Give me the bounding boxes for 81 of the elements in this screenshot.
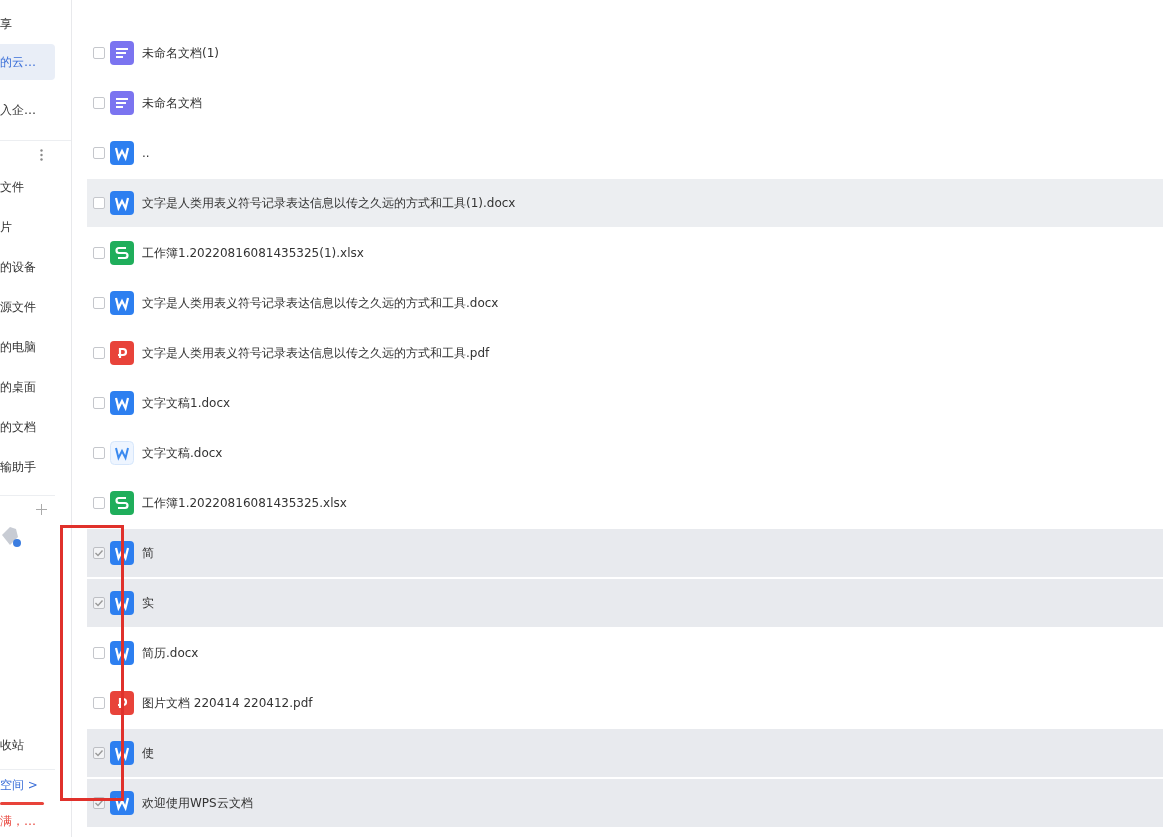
file-row[interactable]: 工作簿1.20220816081435325.xlsx xyxy=(87,479,1163,527)
checkbox[interactable] xyxy=(93,97,105,109)
sidebar-item[interactable]: 的云… xyxy=(0,44,55,80)
file-row[interactable]: 文字文稿1.docx xyxy=(87,379,1163,427)
checkbox[interactable] xyxy=(93,197,105,209)
checkbox[interactable] xyxy=(93,647,105,659)
file-row[interactable]: 文字是人类用表义符号记录表达信息以传之久远的方式和工具(1).docx xyxy=(87,179,1163,227)
word-file-icon xyxy=(110,641,134,665)
storage-bar xyxy=(0,802,44,805)
checkbox[interactable] xyxy=(93,47,105,59)
sidebar-item[interactable]: 源文件 xyxy=(0,287,55,327)
checkbox[interactable] xyxy=(93,447,105,459)
checkbox[interactable] xyxy=(93,297,105,309)
file-name: 工作簿1.20220816081435325.xlsx xyxy=(142,494,347,512)
document-icon xyxy=(110,91,134,115)
spreadsheet-icon xyxy=(110,241,134,265)
file-name: 图片文档 220414 220412.pdf xyxy=(142,694,313,712)
sidebar-item[interactable]: 片 xyxy=(0,207,55,247)
sidebar-item[interactable]: 文件 xyxy=(0,167,55,207)
cloud-space-link[interactable]: 空间 > xyxy=(0,776,38,794)
sidebar-item[interactable]: 的设备 xyxy=(0,247,55,287)
file-name: .. xyxy=(142,146,150,160)
word-file-icon xyxy=(110,391,134,415)
tag-icon xyxy=(0,525,22,547)
checkbox[interactable] xyxy=(93,397,105,409)
word-file-icon xyxy=(110,441,134,465)
checkbox[interactable] xyxy=(93,597,105,609)
file-row[interactable]: 未命名文档 xyxy=(87,79,1163,127)
file-row[interactable]: 工作簿1.20220816081435325(1).xlsx xyxy=(87,229,1163,277)
sidebar-item[interactable]: 入企… xyxy=(0,82,55,138)
file-name: 未命名文档(1) xyxy=(142,44,219,62)
word-file-icon xyxy=(110,541,134,565)
word-file-icon xyxy=(110,141,134,165)
file-row[interactable]: 简历.docx xyxy=(87,629,1163,677)
word-file-icon xyxy=(110,291,134,315)
pdf-file-icon xyxy=(110,691,134,715)
word-file-icon xyxy=(110,191,134,215)
file-name: 简历.docx xyxy=(142,644,199,662)
more-icon[interactable] xyxy=(40,149,43,161)
file-row[interactable]: 文字文稿.docx xyxy=(87,429,1163,477)
checkbox[interactable] xyxy=(93,147,105,159)
file-name: 使 xyxy=(142,744,154,762)
sidebar-item[interactable]: 的电脑 xyxy=(0,327,55,367)
document-icon xyxy=(110,41,134,65)
file-name: 简 xyxy=(142,544,154,562)
checkbox[interactable] xyxy=(93,247,105,259)
file-row[interactable]: 欢迎使用WPS云文档 xyxy=(87,779,1163,827)
spreadsheet-icon xyxy=(110,491,134,515)
checkbox[interactable] xyxy=(93,547,105,559)
add-icon[interactable] xyxy=(36,504,47,515)
file-row[interactable]: 文字是人类用表义符号记录表达信息以传之久远的方式和工具.pdf xyxy=(87,329,1163,377)
file-name: 文字文稿.docx xyxy=(142,444,223,462)
checkbox[interactable] xyxy=(93,697,105,709)
sidebar-item[interactable]: 享 xyxy=(0,6,55,42)
file-name: 实 xyxy=(142,594,154,612)
file-row[interactable]: .. xyxy=(87,129,1163,177)
file-name: 文字是人类用表义符号记录表达信息以传之久远的方式和工具.pdf xyxy=(142,344,490,362)
pdf-file-icon xyxy=(110,341,134,365)
file-name: 文字是人类用表义符号记录表达信息以传之久远的方式和工具(1).docx xyxy=(142,194,516,212)
file-name: 文字是人类用表义符号记录表达信息以传之久远的方式和工具.docx xyxy=(142,294,499,312)
file-row[interactable]: 简 xyxy=(87,529,1163,577)
file-name: 工作簿1.20220816081435325(1).xlsx xyxy=(142,244,364,262)
file-row[interactable]: 使 xyxy=(87,729,1163,777)
file-name: 欢迎使用WPS云文档 xyxy=(142,794,253,812)
file-row[interactable]: 未命名文档(1) xyxy=(87,29,1163,77)
file-name: 文字文稿1.docx xyxy=(142,394,231,412)
storage-warning: 满，… xyxy=(0,812,37,830)
word-file-icon xyxy=(110,741,134,765)
sidebar-item[interactable]: 输助手 xyxy=(0,447,55,487)
word-file-icon xyxy=(110,791,134,815)
sidebar-item[interactable]: 收站 xyxy=(0,725,55,765)
checkbox[interactable] xyxy=(93,347,105,359)
checkbox[interactable] xyxy=(93,747,105,759)
file-row[interactable]: 文字是人类用表义符号记录表达信息以传之久远的方式和工具.docx xyxy=(87,279,1163,327)
sidebar-item[interactable]: 的文档 xyxy=(0,407,55,447)
file-row[interactable]: 实 xyxy=(87,579,1163,627)
word-file-icon xyxy=(110,591,134,615)
file-name: 未命名文档 xyxy=(142,94,202,112)
checkbox[interactable] xyxy=(93,497,105,509)
sidebar-item[interactable]: 的桌面 xyxy=(0,367,55,407)
file-row[interactable]: 图片文档 220414 220412.pdf xyxy=(87,679,1163,727)
